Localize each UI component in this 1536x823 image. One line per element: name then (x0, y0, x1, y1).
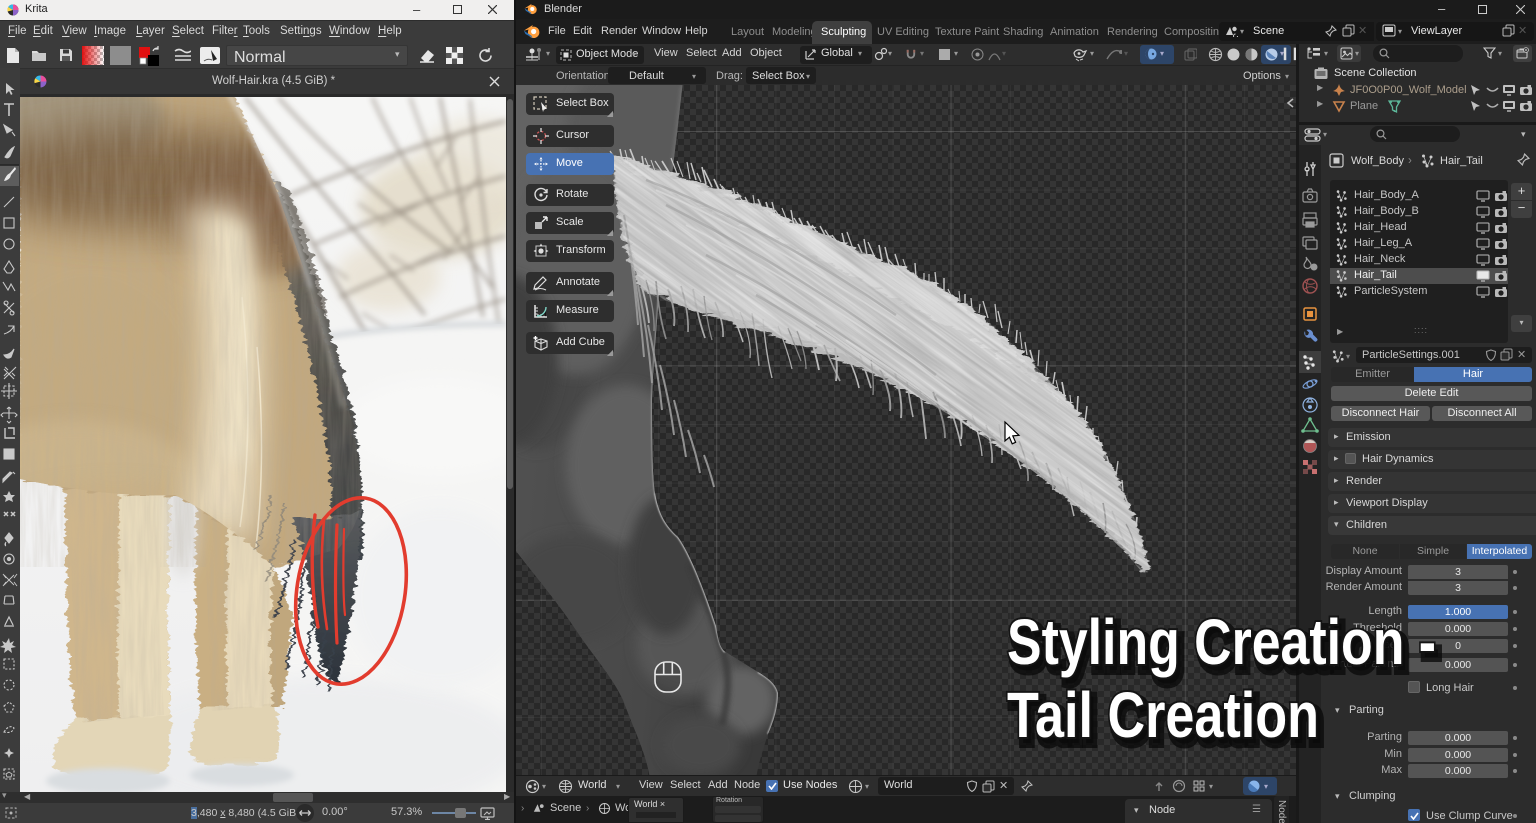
svg-text:Tail Creation: Tail Creation (1007, 680, 1319, 751)
svg-text:Styling Creation -: Styling Creation - (1007, 607, 1436, 678)
